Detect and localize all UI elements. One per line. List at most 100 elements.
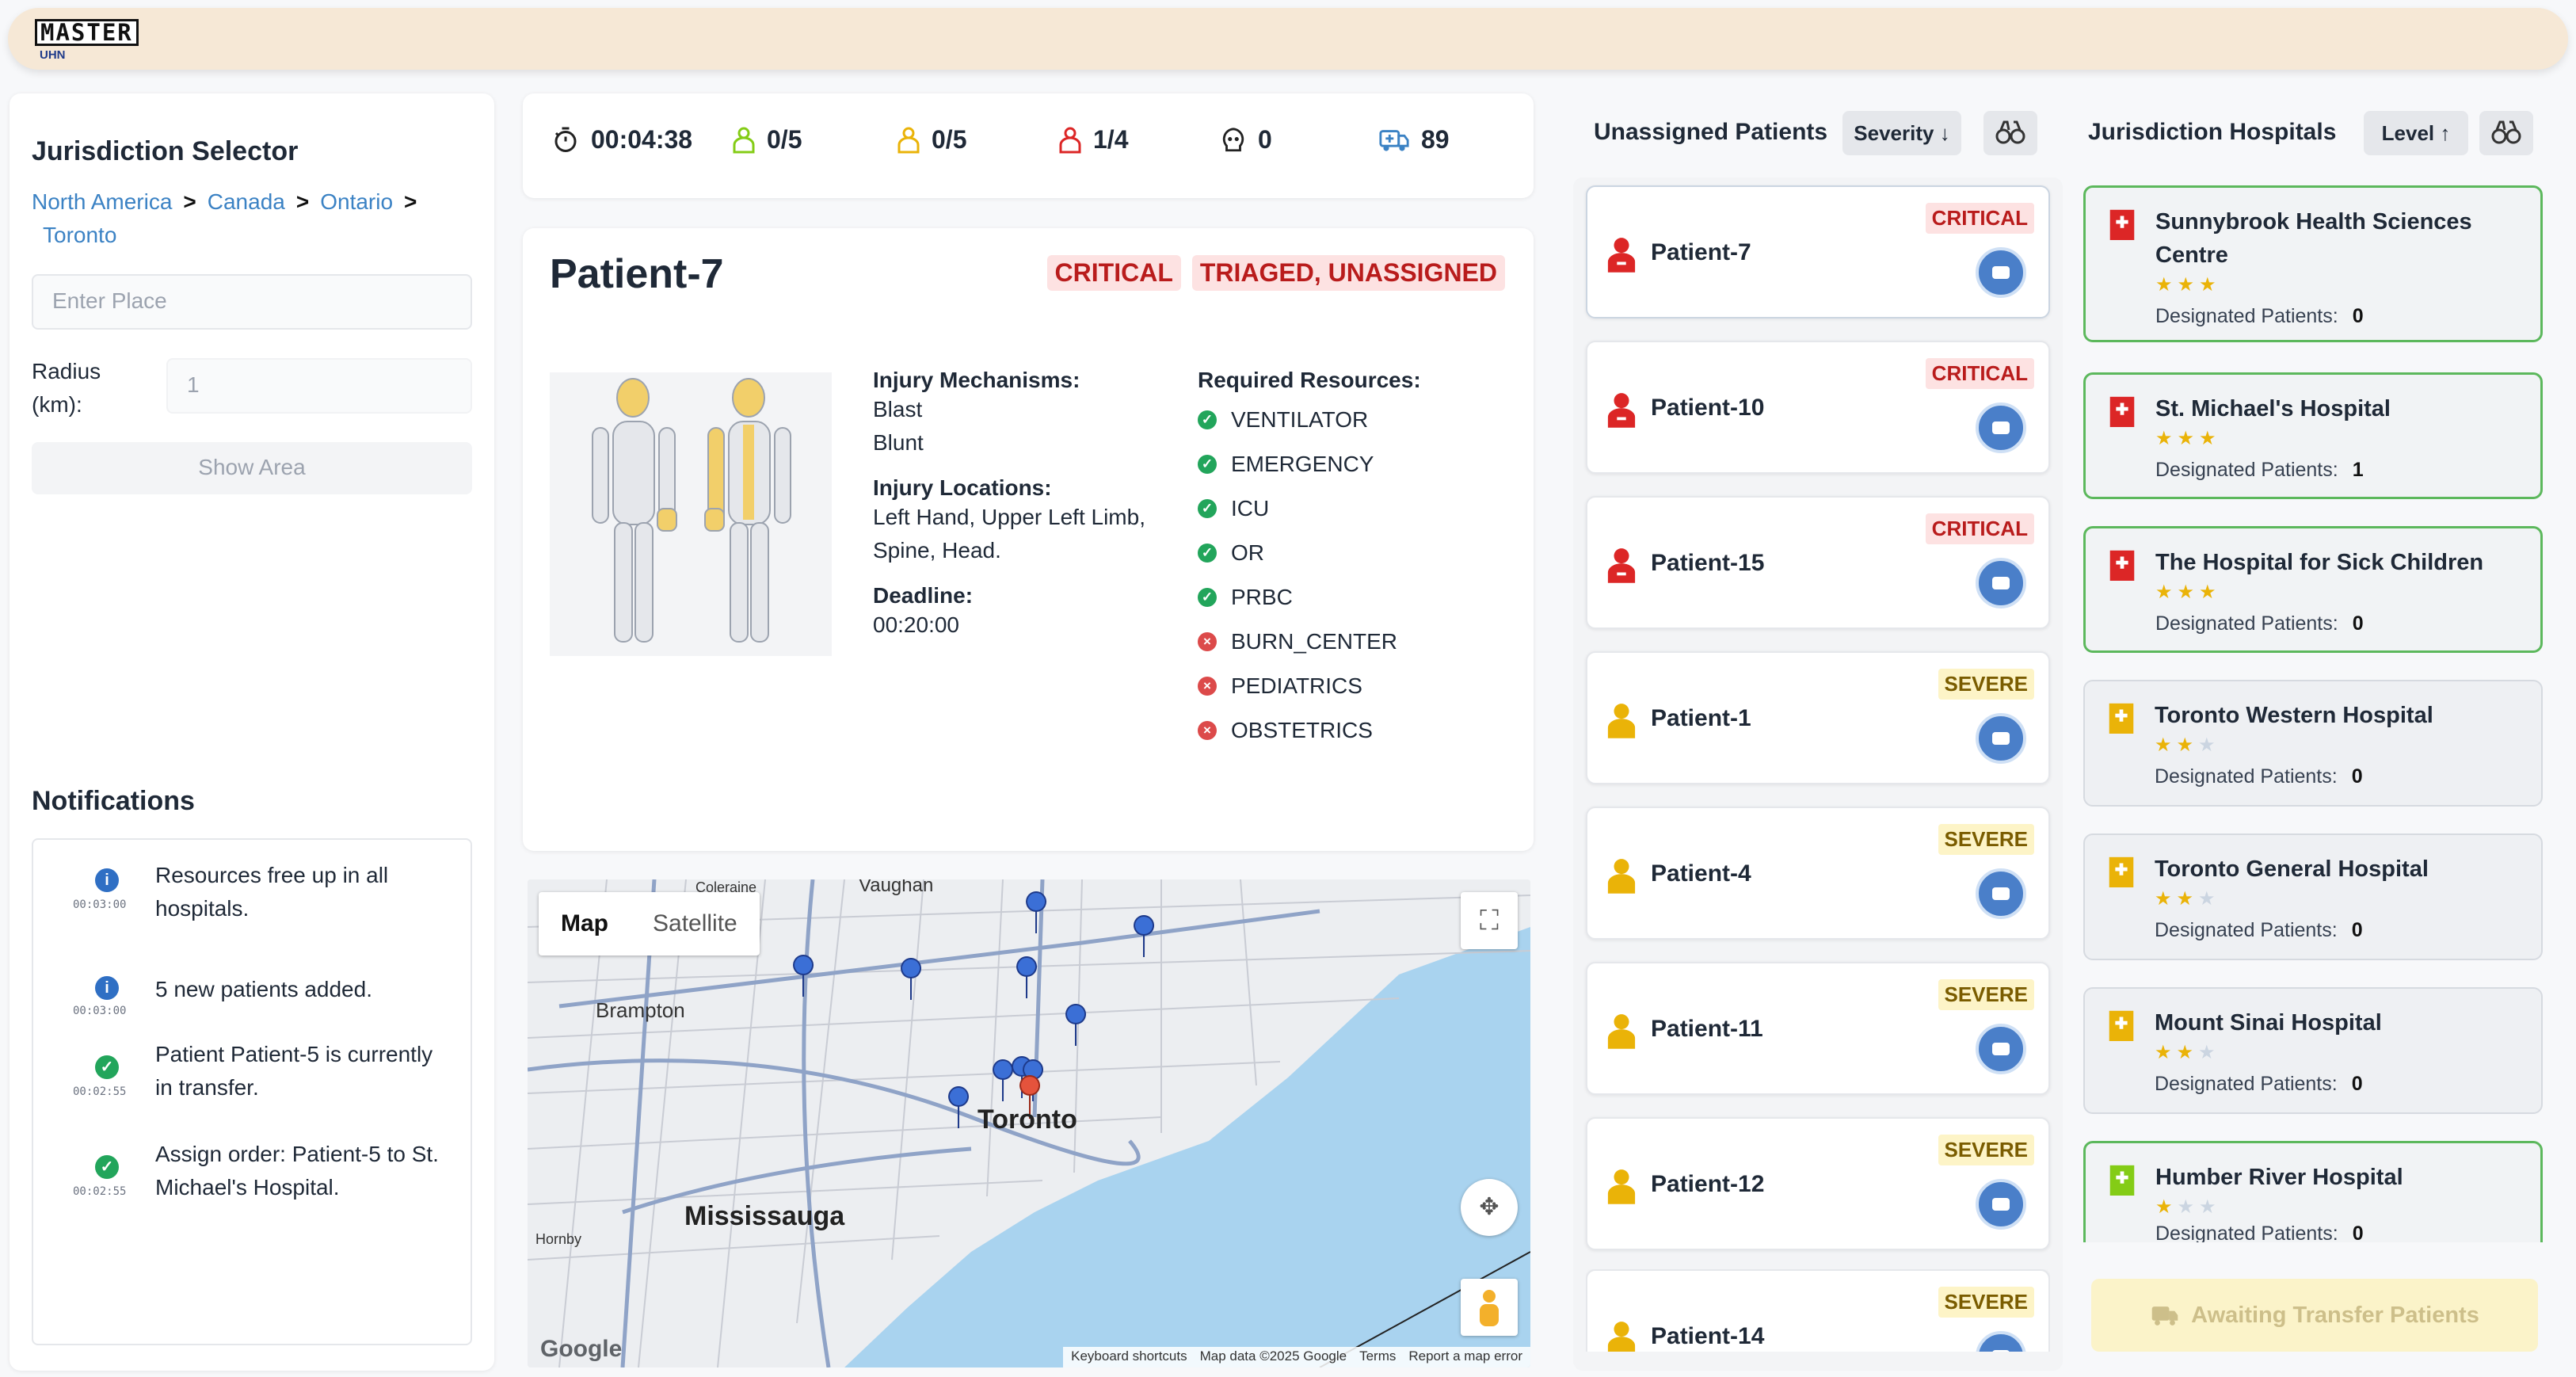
resource-name: VENTILATOR [1231,407,1369,432]
map-tab[interactable]: Map [539,892,631,956]
notifications-title: Notifications [32,786,195,816]
resource-name: PRBC [1231,585,1293,609]
severity-sort-button[interactable]: Severity ↓ [1842,111,1961,155]
deceased-count: 0 [1220,125,1272,154]
patient-badges: CRITICAL TRIAGED, UNASSIGNED [1046,255,1505,291]
patient-card[interactable]: Patient-10 CRITICAL [1586,341,2050,474]
patient-name: Patient-4 [1651,860,1751,887]
map-footer: Keyboard shortcuts Map data ©2025 Google… [1063,1347,1530,1367]
breadcrumb-north-america[interactable]: North America [32,189,172,214]
patient-card[interactable]: Patient-4 SEVERE [1586,807,2050,940]
radius-label-line2: (km): [32,392,82,417]
designated-patients: Designated Patients: 0 [2155,305,2364,328]
breadcrumb-ontario[interactable]: Ontario [320,189,393,214]
hospital-card[interactable]: Toronto Western Hospital ★★★ Designated … [2083,680,2543,807]
notification-text-line: Michael's Hospital. [155,1175,340,1200]
designated-label: Designated Patients: [2155,305,2338,327]
breadcrumb-canada[interactable]: Canada [208,189,285,214]
ambulance-count: 89 [1378,125,1450,154]
hospital-card[interactable]: St. Michael's Hospital ★★★ Designated Pa… [2083,372,2543,499]
patient-card[interactable]: Patient-1 SEVERE [1586,651,2050,784]
resource-or: ✓ OR [1198,531,1507,575]
critical-count: 1/4 [1093,125,1129,154]
level-sort-button[interactable]: Level ↑ [2364,111,2468,155]
hospital-name: Toronto Western Hospital [2155,703,2433,728]
left-panel: Jurisdiction Selector North America > Cana… [10,93,494,1371]
designated-count: 1 [2352,459,2364,481]
designated-patients: Designated Patients: 0 [2155,612,2364,635]
resource-icu: ✓ ICU [1198,486,1507,531]
satellite-tab[interactable]: Satellite [631,892,760,956]
severity-tag: SEVERE [1938,1287,2034,1318]
chevron-right-icon: > [295,189,310,214]
hospital-card[interactable]: Sunnybrook Health Sciences Centre ★★★ De… [2083,185,2543,342]
patient-card[interactable]: Patient-15 CRITICAL [1586,496,2050,629]
hospital-name: St. Michael's Hospital [2155,396,2391,421]
designated-count: 0 [2352,1223,2364,1242]
patient-list-clip: Patient-14 SEVERE [1586,1269,2050,1352]
notification-text-line: in transfer. [155,1075,259,1100]
level-stars: ★★★ [2155,1196,2221,1218]
hospital-card[interactable]: Humber River Hospital ★★★ Designated Pat… [2083,1141,2543,1242]
designated-label: Designated Patients: [2155,1073,2338,1095]
binoculars-icon[interactable] [2479,111,2533,155]
hospital-icon [2109,1165,2135,1196]
robot-assign-icon[interactable] [1976,713,2026,764]
elapsed-time: 00:04:38 [591,125,693,154]
designated-count: 0 [2351,1073,2363,1095]
terms-link[interactable]: Terms [1359,1348,1396,1366]
check-icon: ✓ [1198,544,1217,563]
google-logo: Google [540,1336,623,1362]
map-camera-control-icon[interactable]: ✥ [1461,1179,1518,1236]
fullscreen-icon[interactable]: ⛶ [1461,892,1518,949]
map-label-brampton: Brampton [596,998,685,1022]
designated-label: Designated Patients: [2155,919,2338,941]
pegman-icon[interactable] [1461,1279,1518,1336]
info-icon: i [95,976,119,1000]
robot-assign-icon[interactable] [1976,1331,2026,1352]
hospital-card[interactable]: The Hospital for Sick Children ★★★ Desig… [2083,526,2543,653]
robot-assign-icon[interactable] [1976,247,2026,298]
report-error-link[interactable]: Report a map error [1408,1348,1522,1366]
person-critical-icon [1607,548,1636,583]
check-icon: ✓ [95,1155,119,1179]
robot-assign-icon[interactable] [1976,1024,2026,1074]
logo-subtext: UHN [40,48,66,62]
robot-assign-icon[interactable] [1976,1179,2026,1230]
patient-card[interactable]: Patient-7 CRITICAL [1586,185,2050,319]
minor-count: 0/5 [767,125,802,154]
severe-count: 0/5 [932,125,967,154]
level-stars: ★★★ [2155,1042,2220,1063]
robot-assign-icon[interactable] [1976,402,2026,453]
patient-card[interactable]: Patient-14 SEVERE [1586,1269,2050,1352]
x-icon: × [1198,677,1217,696]
breadcrumb: North America > Canada > Ontario > Toronto [32,185,475,252]
hospital-card[interactable]: Mount Sinai Hospital ★★★ Designated Pati… [2083,987,2543,1114]
notification-text-line: 5 new patients added. [155,977,372,1001]
locations-line: Left Hand, Upper Left Limb, [873,505,1145,529]
place-input[interactable]: Enter Place [32,274,472,330]
resource-ventilator: ✓ VENTILATOR [1198,398,1507,442]
keyboard-shortcuts-link[interactable]: Keyboard shortcuts [1071,1348,1187,1366]
hospital-card[interactable]: Toronto General Hospital ★★★ Designated … [2083,833,2543,960]
patient-card[interactable]: Patient-12 SEVERE [1586,1117,2050,1250]
patient-name: Patient-11 [1651,1016,1763,1042]
hospitals-title: Jurisdiction Hospitals [2088,119,2337,145]
app-logo[interactable]: MASTER UHN [35,19,177,68]
binoculars-icon[interactable] [1983,111,2037,155]
robot-assign-icon[interactable] [1976,558,2026,608]
awaiting-transfer-button[interactable]: Awaiting Transfer Patients [2091,1279,2538,1352]
resources-label: Required Resources: [1198,368,1421,392]
breadcrumb-toronto[interactable]: Toronto [43,223,116,247]
jurisdiction-title: Jurisdiction Selector [32,136,299,166]
robot-assign-icon[interactable] [1976,868,2026,919]
radius-label: Radius (km): [32,355,101,421]
radius-input[interactable]: 1 [166,358,472,414]
map-container[interactable]: Map Satellite ⛶ ✥ Toronto Mississauga Br… [528,879,1530,1367]
mechanism-item: Blast [873,397,923,421]
ambulance-value: 89 [1421,125,1450,154]
severity-tag: CRITICAL [1925,513,2034,544]
patient-card[interactable]: Patient-11 SEVERE [1586,962,2050,1095]
show-area-button[interactable]: Show Area [32,442,472,494]
person-critical-icon [1607,238,1636,273]
